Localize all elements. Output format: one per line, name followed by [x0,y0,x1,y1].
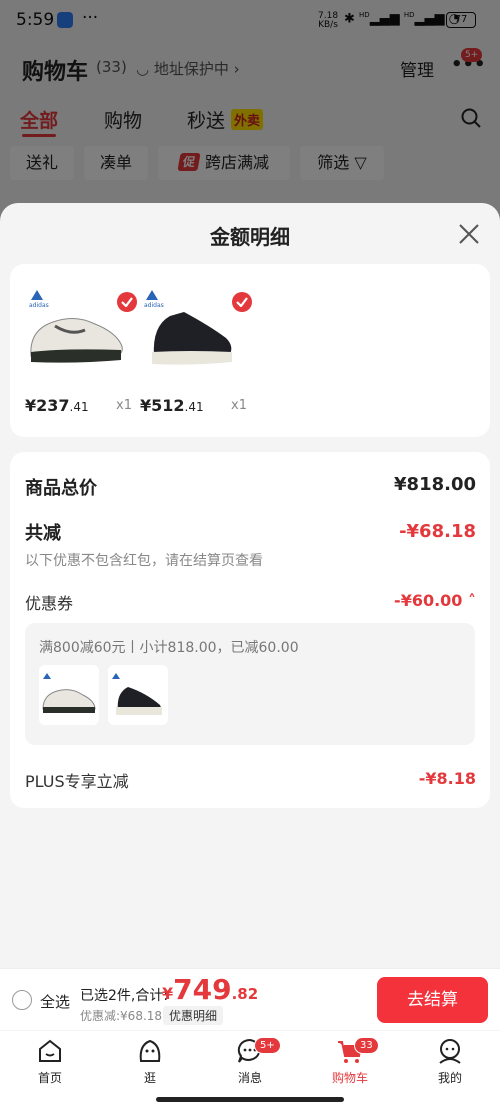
home-indicator[interactable] [156,1097,344,1102]
coupon-detail-box: 满800减60元丨小计818.00，已减60.00 [25,623,475,745]
product-item[interactable]: adidas [140,286,252,412]
coupon-label: 优惠券 [25,594,74,613]
product-qty: x1 [231,398,247,413]
selected-info: 已选2件,合计: [80,988,169,1004]
checkout-bar: 全选 已选2件,合计: ¥749.82 优惠减:¥68.18 优惠明细 去结算 [0,968,500,1030]
total-price: ¥749.82 [162,973,259,1006]
sheet-title: 金额明细 [210,225,290,249]
close-icon[interactable] [458,223,480,245]
select-all-radio[interactable] [12,990,32,1010]
discount-info: 优惠减:¥68.18 [80,1009,163,1023]
nav-me[interactable]: 我的 [420,1037,480,1086]
messages-badge: 5+ [254,1037,281,1054]
nav-messages[interactable]: 消息 5+ [220,1037,281,1086]
selected-check-icon[interactable] [232,292,252,312]
select-all-label[interactable]: 全选 [40,991,70,1012]
product-item[interactable]: adidas [25,286,137,412]
price-detail-card: 商品总价 ¥818.00 共减 -¥68.18 以下优惠不包含红包，请在结算页查… [10,452,490,808]
nav-home[interactable]: 首页 [20,1037,80,1086]
discount-detail-button[interactable]: 优惠明细 [163,1006,224,1025]
total-label: 商品总价 [25,478,97,499]
coupon-value[interactable]: -¥60.00 ˄ [394,591,476,610]
explore-face-icon [139,1039,161,1062]
svg-text:adidas: adidas [144,302,164,309]
reduce-value: -¥68.18 [399,521,476,542]
home-icon [39,1039,61,1062]
cart-badge: 33 [354,1037,379,1054]
nav-cart[interactable]: 购物车 33 [320,1037,380,1086]
svg-text:adidas: adidas [29,302,49,309]
total-value: ¥818.00 [394,474,476,495]
profile-icon [439,1039,461,1064]
coupon-product-thumb [39,665,99,725]
product-qty: x1 [116,398,132,413]
nav-explore[interactable]: 逛 [120,1037,180,1086]
plus-value: -¥8.18 [418,769,476,788]
product-price: ¥237.41 [25,396,89,415]
selected-check-icon[interactable] [117,292,137,312]
plus-label: PLUS专享立减 [25,772,129,791]
coupon-detail: 满800减60元丨小计818.00，已减60.00 [39,640,299,656]
product-price: ¥512.41 [140,396,204,415]
reduce-note: 以下优惠不包含红包，请在结算页查看 [25,553,263,569]
coupon-product-thumb [108,665,168,725]
products-card: adidas adidas ¥237.41 x1 ¥512.41 x1 [10,264,490,437]
checkout-button[interactable]: 去结算 [377,977,488,1023]
reduce-label: 共减 [25,523,61,544]
